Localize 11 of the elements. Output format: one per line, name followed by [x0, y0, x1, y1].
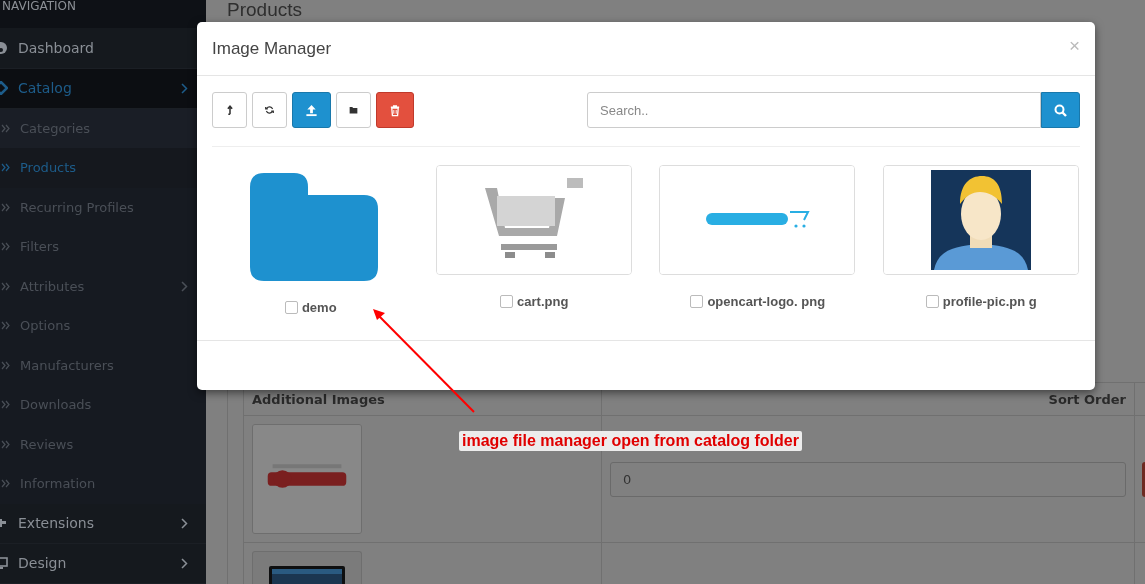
- file-name: profile-pic.pn g: [942, 294, 1037, 309]
- dialog-title: Image Manager: [212, 38, 332, 59]
- sort-order-field[interactable]: 0: [610, 461, 1126, 497]
- annotation-text: image file manager open from catalog folder: [459, 431, 802, 451]
- file-name: cart.png: [517, 294, 569, 309]
- page-title: Products: [227, 0, 303, 20]
- file-name: opencart-logo. png: [707, 294, 826, 309]
- file-name: demo: [301, 300, 337, 315]
- search-field[interactable]: Search..: [587, 92, 1041, 128]
- close-button[interactable]: ×: [1068, 36, 1080, 61]
- nav-heading: NAVIGATION: [0, 0, 206, 29]
